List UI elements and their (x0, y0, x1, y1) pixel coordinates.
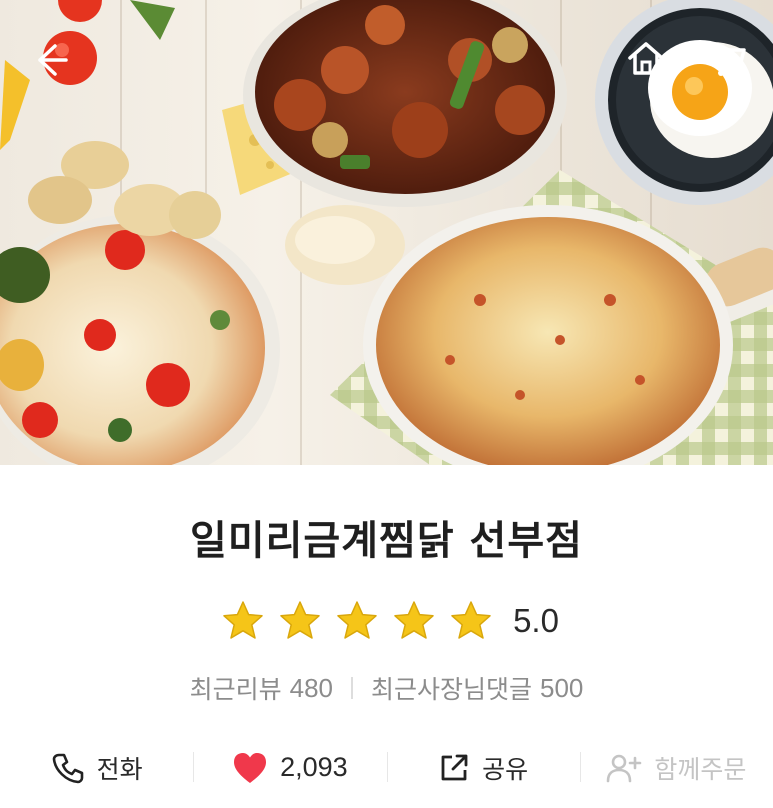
share-button[interactable]: 공유 (386, 740, 580, 795)
recent-reviews-label[interactable]: 최근리뷰 (190, 670, 282, 706)
share-label: 공유 (482, 754, 529, 784)
owner-replies-label[interactable]: 최근사장님댓글 (371, 670, 532, 706)
call-button[interactable]: 전화 (0, 740, 193, 795)
call-label: 전화 (96, 754, 143, 784)
add-person-icon (607, 754, 642, 782)
arrow-left-icon (38, 44, 68, 76)
like-button[interactable]: 2,093 (193, 740, 386, 795)
star-icon (393, 601, 434, 639)
store-hero-image (0, 0, 773, 465)
home-icon (628, 42, 664, 75)
recent-reviews-count: 480 (289, 672, 333, 703)
home-button[interactable] (624, 36, 668, 80)
rating-row: 5.0 (0, 596, 773, 646)
rating-value: 5.0 (513, 602, 559, 639)
phone-icon (52, 753, 83, 783)
owner-replies-count: 500 (540, 672, 584, 703)
star-icon (336, 601, 377, 639)
heart-icon (234, 752, 267, 783)
back-button[interactable] (28, 38, 72, 82)
star-icon (222, 601, 263, 639)
group-order-button[interactable]: 함께주문 (579, 740, 773, 795)
share-icon (441, 754, 468, 780)
cart-icon (706, 42, 746, 76)
star-rating (214, 599, 499, 643)
group-order-label: 함께주문 (654, 754, 747, 784)
like-count: 2,093 (280, 752, 348, 782)
cart-button[interactable] (704, 36, 748, 80)
store-name: 일미리금계찜닭 선부점 (190, 518, 583, 564)
store-stats: 최근리뷰 480 최근사장님댓글 500 (0, 668, 773, 708)
action-bar: 전화 2,093 공유 함께주문 (0, 740, 773, 795)
star-icon (450, 601, 491, 639)
star-icon (279, 601, 320, 639)
stat-divider (351, 677, 353, 699)
